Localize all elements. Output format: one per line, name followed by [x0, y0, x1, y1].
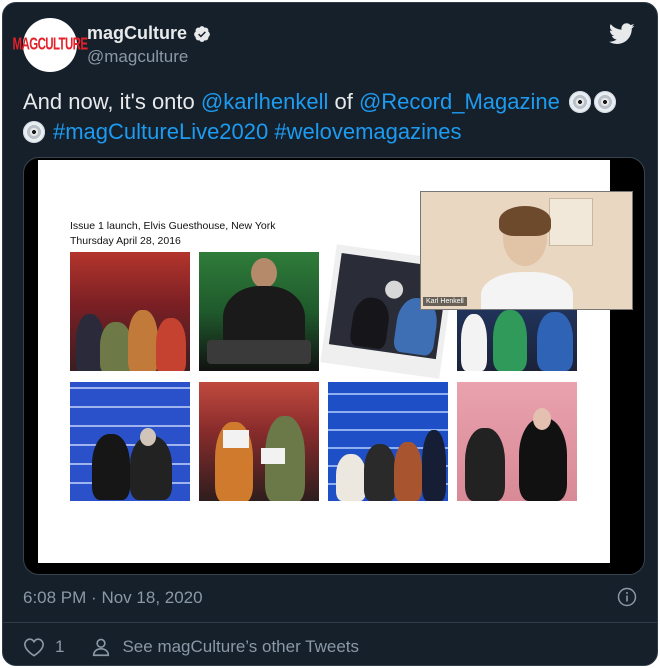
avatar[interactable]: MAGCULTURE	[13, 18, 88, 72]
photo-figure	[383, 279, 405, 300]
photo-figure	[364, 444, 396, 501]
video-call-overlay: Karl Henkell	[420, 191, 633, 310]
photo-figure	[394, 442, 422, 501]
event-photo	[199, 382, 319, 501]
wall-frame	[549, 198, 593, 246]
event-photo	[457, 310, 577, 371]
slide-caption-date: Thursday April 28, 2016	[70, 235, 181, 247]
divider	[3, 622, 657, 623]
photo-figure	[519, 418, 567, 501]
like-count[interactable]: 1	[55, 637, 64, 657]
media-image[interactable]: Issue 1 launch, Elvis Guesthouse, New Yo…	[23, 157, 645, 575]
photo-figure	[422, 430, 446, 501]
optical-disc-icon	[23, 121, 45, 143]
photo-figure	[92, 434, 130, 500]
participant-name-label: Karl Henkell	[423, 297, 467, 306]
author-name[interactable]: magCulture	[87, 23, 187, 44]
photo-figure	[533, 408, 551, 430]
slide-caption-event: Issue 1 launch, Elvis Guesthouse, New Yo…	[70, 220, 276, 232]
hashtag-link-welovemagazines[interactable]: #welovemagazines	[274, 119, 461, 144]
tweet-timestamp[interactable]: 6:08 PM · Nov 18, 2020	[23, 588, 203, 608]
optical-disc-icon	[568, 91, 591, 113]
participant-body	[481, 272, 573, 309]
person-icon	[93, 638, 110, 657]
author-name-row[interactable]: magCulture	[87, 23, 211, 44]
timestamp-separator: ·	[91, 588, 97, 607]
other-tweets-link[interactable]: See magCulture’s other Tweets	[122, 637, 359, 657]
event-photo	[70, 382, 190, 501]
photo-magazine	[261, 448, 285, 464]
photo-figure	[336, 454, 366, 501]
author-handle[interactable]: @magculture	[87, 47, 188, 67]
photo-figure	[493, 310, 527, 371]
presentation-slide: Issue 1 launch, Elvis Guesthouse, New Yo…	[38, 160, 633, 563]
mention-link-karlhenkell[interactable]: @karlhenkell	[201, 89, 329, 114]
info-icon[interactable]	[617, 587, 637, 607]
verified-badge-icon	[194, 25, 210, 42]
photo-figure	[140, 428, 156, 446]
photo-figure	[156, 318, 186, 371]
tweet-actions: 1 See magCulture’s other Tweets	[23, 636, 359, 658]
hashtag-link-magculturelive2020[interactable]: #magCultureLive2020	[53, 119, 268, 144]
photo-figure	[128, 310, 158, 371]
mention-link-record-magazine[interactable]: @Record_Magazine	[359, 89, 560, 114]
photo-magazine	[223, 430, 249, 448]
heart-icon[interactable]	[23, 637, 45, 657]
tweet-text: And now, it's onto @karlhenkell of @Reco…	[23, 87, 643, 147]
photo-figure	[251, 258, 277, 288]
photo-turntable	[207, 340, 311, 364]
tweet-card: MAGCULTURE magCulture @magculture And no…	[2, 2, 658, 666]
photo-figure	[461, 314, 487, 371]
event-photo	[70, 252, 190, 371]
event-photo	[328, 382, 448, 501]
tweet-date[interactable]: Nov 18, 2020	[101, 588, 202, 607]
avatar-logo-text: MAGCULTURE	[12, 36, 89, 54]
event-photo	[199, 252, 319, 371]
optical-disc-icon	[593, 91, 616, 113]
participant-hair	[499, 206, 551, 236]
tweet-text-lead: And now, it's onto	[23, 89, 201, 114]
event-photo	[457, 382, 577, 501]
tweet-text-of: of	[328, 89, 359, 114]
tweet-time[interactable]: 6:08 PM	[23, 588, 86, 607]
twitter-bird-icon[interactable]	[609, 23, 635, 45]
photo-figure	[348, 295, 392, 350]
photo-figure	[537, 312, 573, 371]
photo-figure	[465, 428, 505, 501]
photo-figure	[130, 436, 172, 500]
